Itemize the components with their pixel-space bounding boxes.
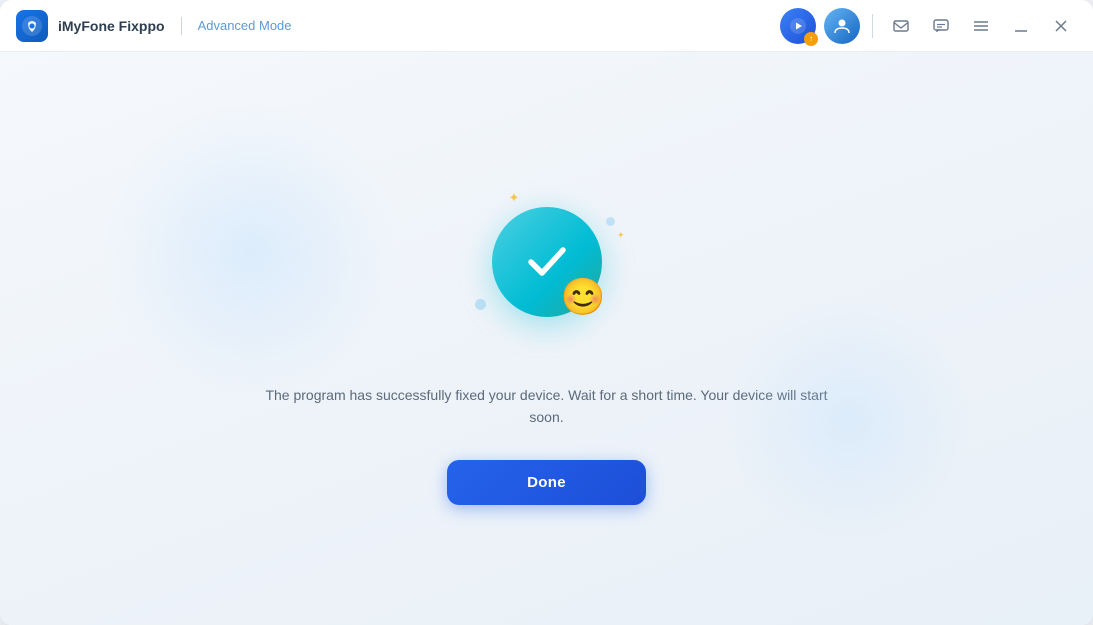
titlebar-divider-vertical bbox=[872, 14, 873, 38]
account-button[interactable] bbox=[824, 8, 860, 44]
mode-label: Advanced Mode bbox=[198, 18, 292, 33]
menu-button[interactable] bbox=[965, 10, 997, 42]
sparkle-star-topleft: ✦ bbox=[509, 190, 520, 206]
sparkle-star-right: ✦ bbox=[617, 230, 625, 241]
app-name: iMyFone Fixppo bbox=[58, 18, 165, 34]
app-logo bbox=[16, 10, 48, 42]
title-divider bbox=[181, 17, 182, 35]
sparkle-bubble-topright bbox=[606, 217, 615, 226]
titlebar-right: ↑ bbox=[780, 8, 1077, 44]
success-circle: 😊 bbox=[492, 207, 602, 317]
update-badge: ↑ bbox=[804, 32, 818, 46]
sparkle-bubble-left bbox=[475, 299, 486, 310]
titlebar: iMyFone Fixppo Advanced Mode ↑ bbox=[0, 0, 1093, 52]
close-button[interactable] bbox=[1045, 10, 1077, 42]
chat-button[interactable] bbox=[925, 10, 957, 42]
app-window: iMyFone Fixppo Advanced Mode ↑ bbox=[0, 0, 1093, 625]
emoji-badge: 😊 bbox=[561, 279, 606, 315]
titlebar-left: iMyFone Fixppo Advanced Mode bbox=[16, 10, 292, 42]
done-button[interactable]: Done bbox=[447, 460, 646, 505]
update-button[interactable]: ↑ bbox=[780, 8, 816, 44]
mail-button[interactable] bbox=[885, 10, 917, 42]
status-text: The program has successfully fixed your … bbox=[257, 384, 837, 429]
success-illustration: ✦ ✦ 😊 bbox=[457, 172, 637, 352]
main-content: ✦ ✦ 😊 The program has successfully fixed… bbox=[0, 52, 1093, 625]
minimize-button[interactable] bbox=[1005, 10, 1037, 42]
